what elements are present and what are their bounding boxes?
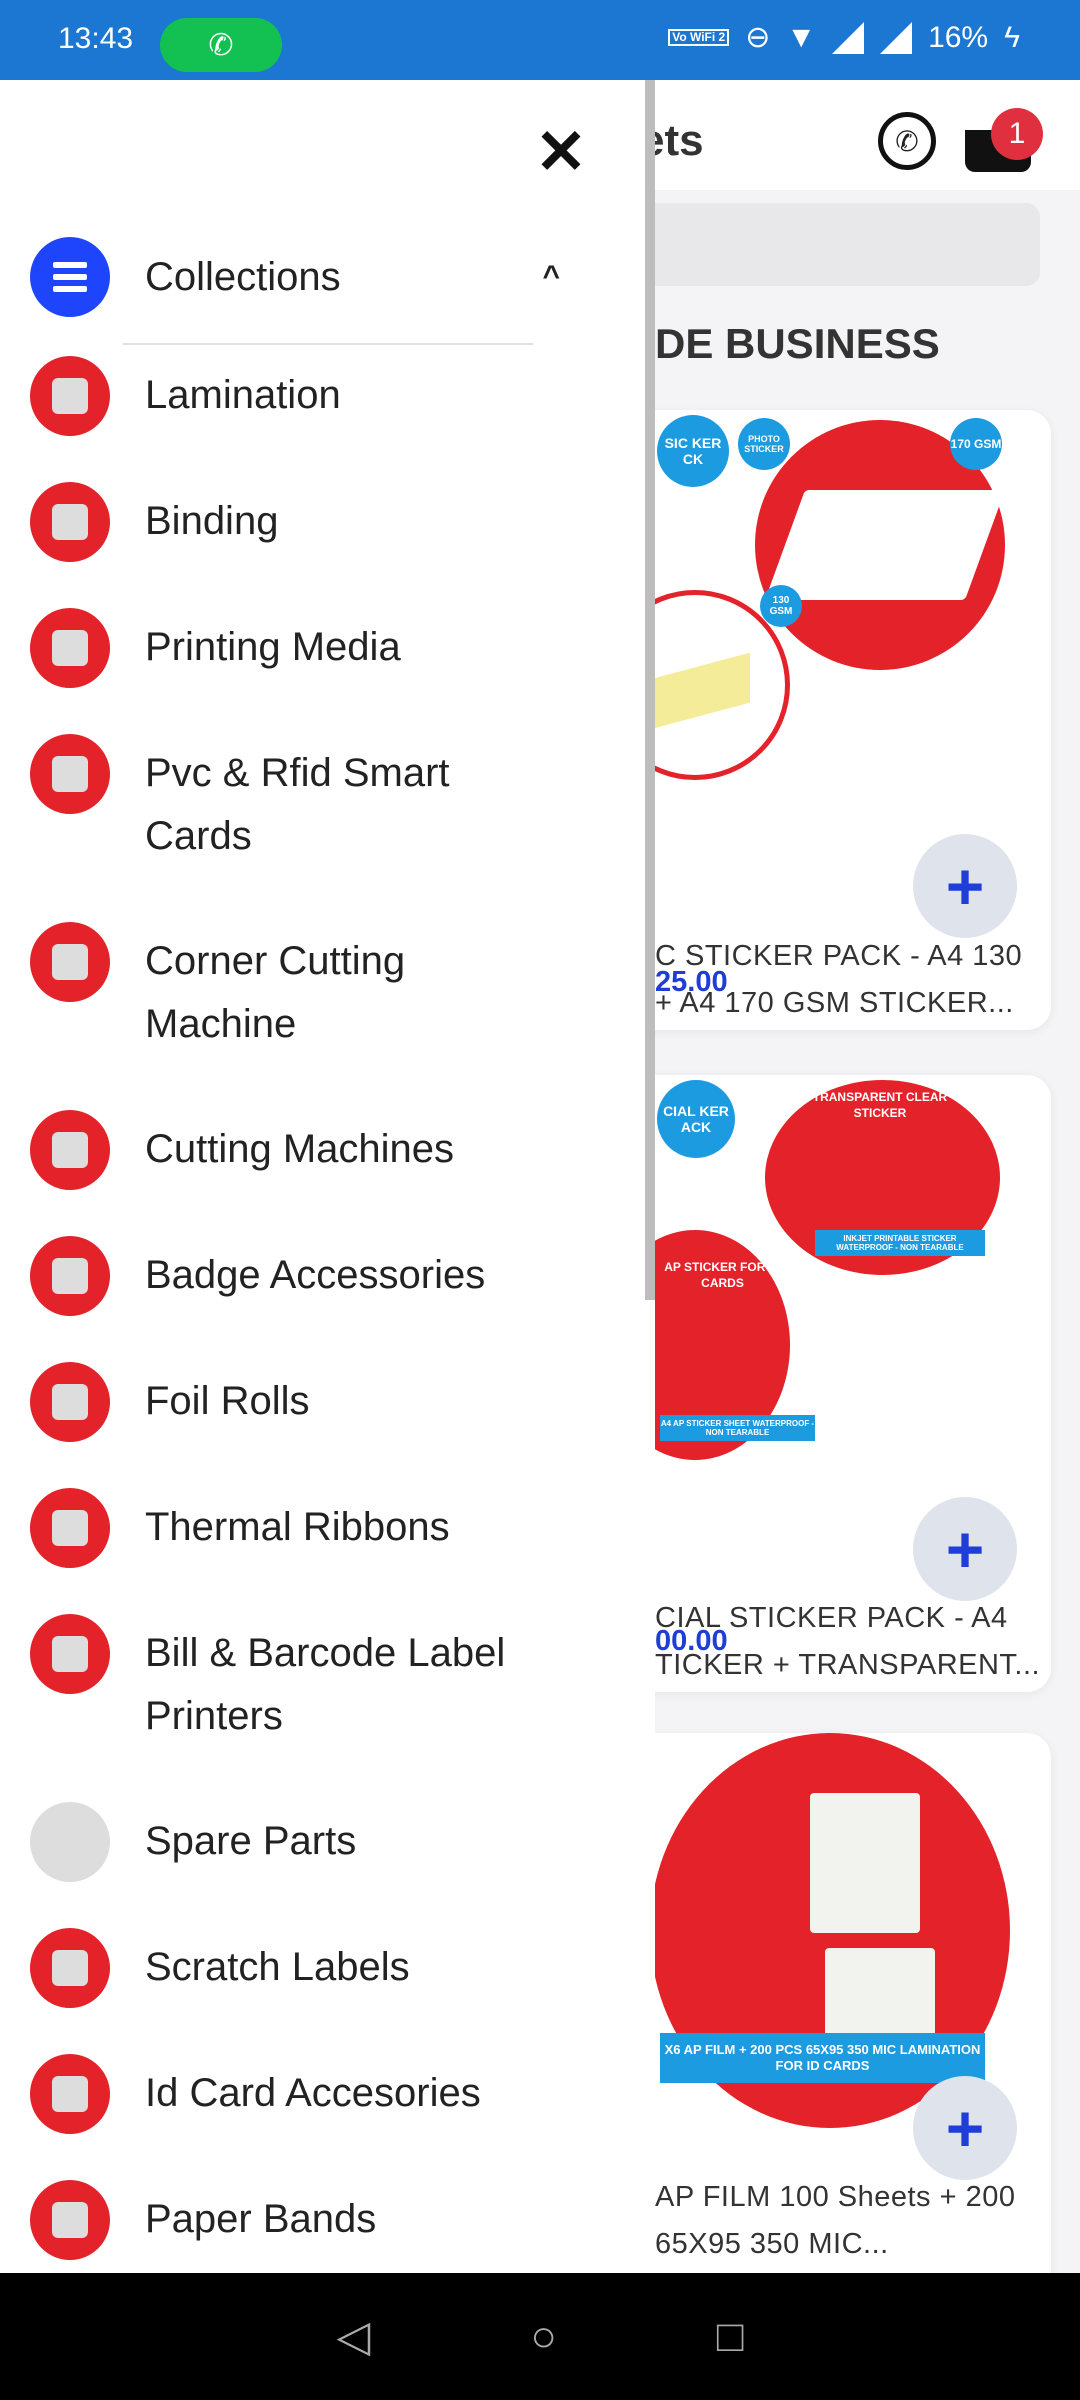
- search-input[interactable]: [620, 203, 1040, 286]
- cart-count-badge: 1: [991, 108, 1043, 160]
- collection-item-label-printers[interactable]: Bill & Barcode Label Printers: [0, 1591, 645, 1779]
- tag-photo: PHOTO STICKER: [738, 418, 790, 470]
- spare-parts-thumbnail-icon: [30, 1802, 110, 1882]
- item-label: Corner Cutting Machine: [145, 939, 406, 1046]
- menu-icon: [30, 237, 110, 317]
- collection-list: Lamination Binding Printing Media Pvc & …: [0, 333, 645, 2283]
- id-accessory-thumbnail-icon: [30, 2054, 110, 2134]
- tag-transparent: TRANSPARENT CLEAR STICKER: [812, 1090, 948, 1120]
- item-label: Bill & Barcode Label Printers: [145, 1631, 506, 1738]
- add-to-cart-button[interactable]: +: [913, 2076, 1017, 2180]
- tag-ap-film: X6 AP FILM + 200 PCS 65X95 350 MIC LAMIN…: [660, 2033, 985, 2083]
- scratch-label-thumbnail-icon: [30, 1928, 110, 2008]
- signal-icon: [832, 21, 865, 54]
- collection-item-spare-parts[interactable]: Spare Parts: [0, 1779, 645, 1905]
- ongoing-call-icon[interactable]: ✆: [160, 18, 282, 72]
- laminate-pouch: [810, 1793, 920, 1933]
- collection-item-badge-accessories[interactable]: Badge Accessories: [0, 1213, 645, 1339]
- item-label: Foil Rolls: [145, 1379, 310, 1423]
- collection-item-lamination[interactable]: Lamination: [0, 333, 645, 459]
- back-icon[interactable]: ◁: [337, 2311, 371, 2362]
- status-time: 13:43: [58, 22, 134, 55]
- paper-band-thumbnail-icon: [30, 2180, 110, 2260]
- tag-special: CIAL KER ACK: [657, 1080, 735, 1158]
- cutting-machine-thumbnail-icon: [30, 1110, 110, 1190]
- navigation-drawer: ✕ Collections ^ Lamination Binding Print…: [0, 80, 655, 2273]
- battery-level: 16%: [928, 20, 989, 54]
- product-price: 00.00: [655, 1625, 728, 1657]
- collection-item-scratch-labels[interactable]: Scratch Labels: [0, 1905, 645, 2031]
- vowifi-icon: Vo WiFi 2: [668, 29, 730, 46]
- printer-thumbnail-icon: [30, 1614, 110, 1694]
- status-bar: 13:43 ✆ Vo WiFi 2 ⊖ ▼ 16% ϟ: [0, 0, 1080, 80]
- item-label: Id Card Accesories: [145, 2071, 481, 2115]
- product-price: 25.00: [655, 966, 728, 998]
- add-to-cart-button[interactable]: +: [913, 834, 1017, 938]
- dnd-icon: ⊖: [745, 21, 771, 54]
- item-label: Badge Accessories: [145, 1253, 486, 1297]
- charging-icon: ϟ: [1004, 20, 1020, 54]
- tag-inkjet: INKJET PRINTABLE STICKER WATERPROOF - NO…: [815, 1230, 985, 1256]
- corner-cutter-thumbnail-icon: [30, 922, 110, 1002]
- collection-item-thermal-ribbons[interactable]: Thermal Ribbons: [0, 1465, 645, 1591]
- collections-label: Collections: [145, 254, 341, 299]
- item-label: Lamination: [145, 373, 341, 417]
- collection-item-id-card-accessories[interactable]: Id Card Accesories: [0, 2031, 645, 2157]
- close-icon[interactable]: ✕: [535, 122, 587, 184]
- badge-thumbnail-icon: [30, 1236, 110, 1316]
- tag-170: 170 GSM: [950, 418, 1002, 470]
- home-icon[interactable]: ○: [530, 2312, 557, 2362]
- item-label: Thermal Ribbons: [145, 1505, 450, 1549]
- tag-130: 130 GSM: [760, 585, 802, 627]
- pvc-card-thumbnail-icon: [30, 734, 110, 814]
- item-label: Printing Media: [145, 625, 401, 669]
- foil-roll-thumbnail-icon: [30, 1362, 110, 1442]
- collection-item-pvc-rfid[interactable]: Pvc & Rfid Smart Cards: [0, 711, 645, 899]
- item-label: Paper Bands: [145, 2197, 377, 2241]
- add-to-cart-button[interactable]: +: [913, 1497, 1017, 1601]
- section-title: DE BUSINESS: [655, 320, 940, 367]
- binding-thumbnail-icon: [30, 482, 110, 562]
- wifi-icon: ▼: [786, 20, 817, 54]
- drawer-scrollbar[interactable]: [645, 80, 655, 1300]
- collection-item-corner-cutting[interactable]: Corner Cutting Machine: [0, 899, 645, 1087]
- chevron-up-icon[interactable]: ^: [542, 260, 560, 294]
- collection-item-cutting-machines[interactable]: Cutting Machines: [0, 1087, 645, 1213]
- collection-item-printing-media[interactable]: Printing Media: [0, 585, 645, 711]
- item-label: Pvc & Rfid Smart Cards: [145, 751, 450, 858]
- item-label: Spare Parts: [145, 1819, 357, 1863]
- tag-ap-sticker: AP STICKER FOR ID CARDS: [664, 1260, 781, 1290]
- collection-item-foil-rolls[interactable]: Foil Rolls: [0, 1339, 645, 1465]
- product-name-2: 65X95 350 MIC...: [655, 2228, 889, 2260]
- whatsapp-icon[interactable]: ✆: [878, 112, 936, 170]
- system-nav-bar: ◁ ○ □: [0, 2273, 1080, 2400]
- ribbon-thumbnail-icon: [30, 1488, 110, 1568]
- signal-icon-2: [880, 21, 913, 54]
- collection-item-binding[interactable]: Binding: [0, 459, 645, 585]
- item-label: Cutting Machines: [145, 1127, 455, 1171]
- sticker-sheet: [764, 490, 1006, 600]
- collection-item-paper-bands[interactable]: Paper Bands: [0, 2157, 645, 2283]
- item-label: Scratch Labels: [145, 1945, 410, 1989]
- tag-a4-ap: A4 AP STICKER SHEET WATERPROOF - NON TEA…: [660, 1415, 815, 1441]
- printing-media-thumbnail-icon: [30, 608, 110, 688]
- recents-icon[interactable]: □: [717, 2312, 744, 2362]
- product-name: AP FILM 100 Sheets + 200: [655, 2181, 1016, 2213]
- tag-basic: SIC KER CK: [657, 415, 729, 487]
- lamination-thumbnail-icon: [30, 356, 110, 436]
- collections-header[interactable]: Collections ^: [30, 237, 560, 317]
- item-label: Binding: [145, 499, 279, 543]
